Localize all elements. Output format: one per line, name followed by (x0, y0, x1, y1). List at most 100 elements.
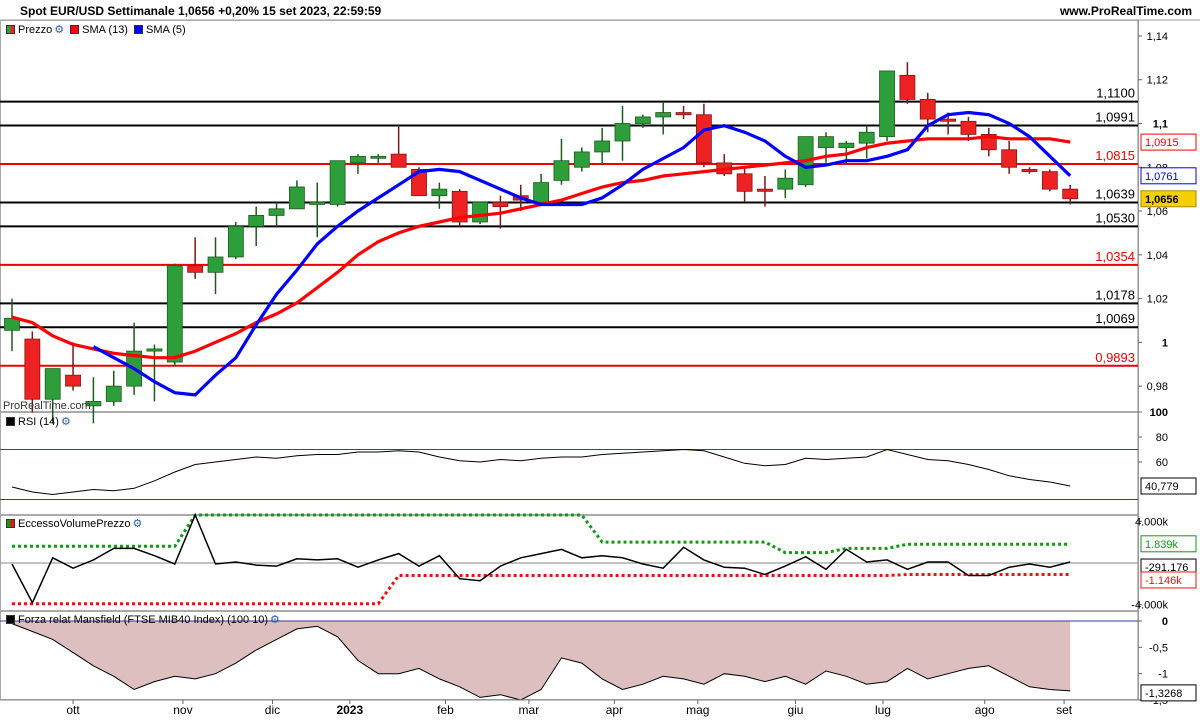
level-label: 1,0069 (1095, 311, 1135, 326)
candle-body (166, 265, 183, 363)
level-label: 1,0815 (1095, 148, 1135, 163)
candle-body (858, 131, 875, 144)
candle-body (940, 118, 956, 122)
watermark: ProRealTime.com (3, 400, 91, 412)
mansfield-area (12, 621, 1071, 700)
candle-body (675, 112, 692, 116)
rsi-y-tick-label: 60 (1156, 457, 1168, 469)
candle-body (431, 188, 448, 197)
candle-body (838, 142, 855, 148)
x-tick-label: lug (875, 703, 891, 717)
volume-y-tick-label: 4.000k (1135, 516, 1169, 528)
level-label: 1,0178 (1095, 287, 1135, 302)
wrench-icon[interactable]: ⚙ (270, 613, 280, 626)
candle-body (288, 186, 305, 210)
candle-body (1041, 171, 1058, 190)
x-tick-label: mag (686, 703, 709, 717)
price-y-tick-label: 1 (1162, 337, 1168, 349)
candle-body (1062, 188, 1079, 200)
price-y-tick-label: 1,06 (1147, 206, 1168, 218)
candle-body (492, 201, 509, 208)
site-name: www.ProRealTime.com (1059, 4, 1192, 18)
candle-body (919, 99, 936, 120)
candle-body (696, 114, 712, 164)
chart-canvas: 1,141,121,11,081,061,041,0210,981,11001,… (0, 19, 1200, 717)
candle-body (594, 140, 611, 153)
mansfield-y-tick-label: -0,5 (1149, 642, 1168, 654)
x-tick-label: nov (173, 703, 192, 717)
sma13-current-label: 1,0915 (1145, 137, 1179, 149)
candle-body (187, 265, 204, 273)
legend-sma13-label: SMA (13) (82, 23, 128, 36)
candle-body (329, 160, 346, 205)
candle-body (533, 182, 549, 203)
candle-body (1001, 149, 1018, 168)
x-tick-label: feb (437, 703, 454, 717)
wrench-icon[interactable]: ⚙ (54, 23, 64, 36)
candle-body (472, 201, 488, 223)
price-y-tick-label: 0,98 (1147, 381, 1168, 393)
candle-body (105, 385, 122, 402)
candle-body (757, 188, 773, 192)
candle-body (818, 136, 834, 148)
volume-swatch-icon (6, 519, 15, 528)
x-tick-label: mar (519, 703, 540, 717)
price-y-tick-label: 1,14 (1147, 31, 1168, 43)
candle-body (65, 374, 81, 387)
candle-body (207, 256, 224, 273)
rsi-swatch-icon (6, 417, 15, 426)
rsi-legend: RSI (14) ⚙ (3, 415, 74, 428)
volume-upper-current-label: 1.839k (1145, 539, 1179, 551)
volume-y-tick-label: -4.000k (1131, 600, 1168, 612)
price-y-tick-label: 1,12 (1147, 75, 1168, 87)
price-current-label: 1,0656 (1145, 194, 1179, 206)
price-y-tick-label: 1,1 (1153, 118, 1168, 130)
level-label: 1,0991 (1095, 109, 1135, 124)
candle-body (227, 225, 244, 258)
candle-body (248, 215, 265, 227)
x-tick-label: giu (787, 703, 803, 717)
candle-body (268, 208, 285, 216)
price-swatch-icon (6, 25, 15, 34)
sma5-current-label: 1,0761 (1145, 171, 1179, 183)
sma5-swatch-icon (133, 25, 143, 34)
wrench-icon[interactable]: ⚙ (61, 415, 71, 428)
volume-lower-current-label: -1.146k (1145, 575, 1182, 587)
x-tick-label: ago (975, 703, 995, 717)
wrench-icon[interactable]: ⚙ (133, 517, 143, 530)
candle-body (309, 201, 326, 205)
price-y-tick-label: 1,02 (1147, 294, 1168, 306)
candle-body (777, 177, 794, 190)
level-label: 0,9893 (1095, 350, 1135, 365)
level-label: 1,1100 (1096, 86, 1135, 101)
x-tick-label: apr (606, 703, 623, 717)
candle-body (879, 70, 895, 138)
candle-body (634, 116, 651, 124)
rsi-y-tick-label: 100 (1150, 407, 1168, 419)
mansfield-swatch-icon (6, 615, 15, 624)
legend-rsi-label: RSI (14) (18, 415, 59, 428)
candle-body (553, 160, 570, 181)
candle-body (899, 74, 916, 100)
candle-body (655, 112, 672, 118)
candle-body (573, 151, 590, 168)
volume-upper-line (12, 513, 1071, 555)
candle-body (24, 338, 41, 400)
candle-body (350, 155, 366, 164)
mansfield-y-tick-label: -1 (1158, 669, 1168, 681)
x-tick-label: set (1056, 703, 1073, 717)
mansfield-current-label: -1,3268 (1145, 688, 1182, 700)
candle-body (960, 120, 977, 135)
level-label: 1,0354 (1095, 249, 1135, 264)
candle-body (370, 155, 387, 159)
candle-body (614, 123, 631, 142)
volume-legend: EccessoVolumePrezzo ⚙ (3, 517, 145, 530)
volume-lower-line (12, 573, 1071, 606)
mansfield-legend: Forza relat Mansfield (FTSE MIB40 Index)… (3, 613, 283, 626)
candle-body (44, 368, 61, 400)
candle-body (390, 153, 407, 168)
level-label: 1,0639 (1095, 186, 1135, 201)
legend-sma5-label: SMA (5) (145, 23, 186, 36)
legend-mansfield-label: Forza relat Mansfield (FTSE MIB40 Index)… (18, 613, 269, 626)
candle-body (736, 173, 753, 192)
